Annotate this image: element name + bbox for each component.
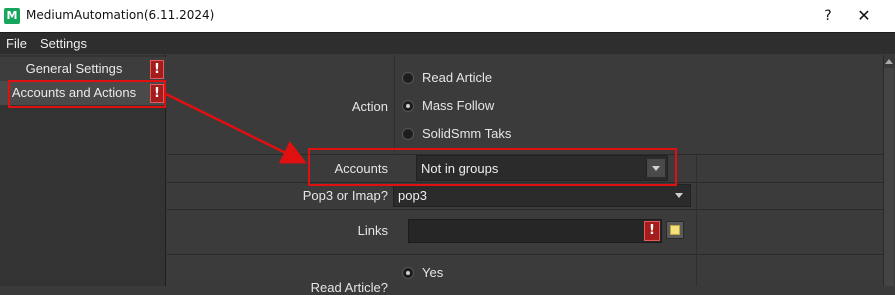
- chevron-down-icon[interactable]: [670, 186, 688, 204]
- sidebar-item-accounts-and-actions[interactable]: Accounts and Actions !: [0, 81, 166, 105]
- chevron-down-icon[interactable]: [646, 159, 665, 177]
- file-icon: [670, 225, 680, 235]
- scroll-up-icon[interactable]: [884, 56, 894, 66]
- accounts-label: Accounts: [334, 161, 388, 176]
- radio-solidsmm-taks-label: SolidSmm Taks: [422, 126, 512, 141]
- links-input[interactable]: [408, 219, 662, 243]
- radio-mass-follow[interactable]: [402, 100, 414, 112]
- radio-mass-follow-label: Mass Follow: [422, 98, 495, 113]
- menu-file[interactable]: File: [6, 36, 27, 51]
- radio-solidsmm-taks[interactable]: [402, 128, 414, 140]
- row-divider: [167, 209, 895, 210]
- close-button[interactable]: ✕: [852, 6, 876, 26]
- radio-read-article-yes-label: Yes: [422, 265, 444, 280]
- action-label: Action: [351, 99, 388, 114]
- radio-read-article[interactable]: [402, 72, 414, 84]
- column-divider: [394, 55, 395, 155]
- pop3-value: pop3: [398, 188, 427, 203]
- radio-read-article-label: Read Article: [422, 70, 493, 85]
- row-divider: [167, 182, 895, 183]
- help-button[interactable]: ?: [818, 6, 838, 26]
- alert-icon: !: [150, 60, 164, 79]
- radio-read-article-yes[interactable]: [402, 267, 414, 279]
- links-label: Links: [357, 223, 388, 238]
- accounts-dropdown[interactable]: Not in groups: [416, 155, 668, 181]
- menu-bar: File Settings: [0, 32, 895, 54]
- app-logo-icon: M: [4, 8, 20, 24]
- pop3-dropdown[interactable]: pop3: [393, 184, 691, 207]
- sidebar-item-label: General Settings: [25, 61, 123, 76]
- sidebar-item-label: Accounts and Actions: [11, 85, 137, 100]
- sidebar: General Settings ! Accounts and Actions …: [0, 55, 166, 286]
- column-divider: [696, 155, 697, 286]
- accounts-value: Not in groups: [421, 161, 499, 176]
- menu-settings[interactable]: Settings: [40, 36, 87, 51]
- row-divider: [167, 254, 895, 255]
- scrollbar-thumb[interactable]: [884, 68, 894, 286]
- alert-icon: !: [150, 84, 164, 103]
- title-bar: M MediumAutomation(6.11.2024) ? ✕: [0, 0, 895, 32]
- sidebar-item-general-settings[interactable]: General Settings !: [0, 57, 166, 81]
- read-article-label: Read Article?: [310, 280, 388, 295]
- alert-icon: !: [644, 221, 660, 241]
- window-title: MediumAutomation(6.11.2024): [26, 8, 215, 22]
- pop3-label: Pop3 or Imap?: [302, 188, 388, 203]
- open-file-button[interactable]: [666, 221, 684, 239]
